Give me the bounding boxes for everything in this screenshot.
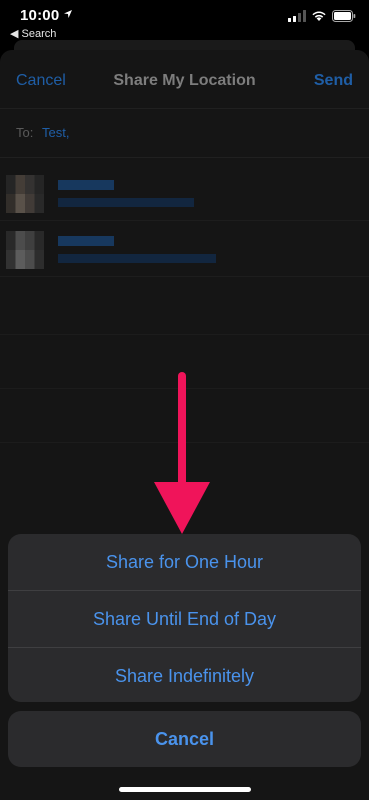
avatar (6, 231, 44, 269)
share-one-hour-button[interactable]: Share for One Hour (8, 534, 361, 590)
cellular-signal-icon (288, 10, 306, 22)
status-time: 10:00 (20, 7, 60, 24)
home-indicator[interactable] (119, 787, 251, 792)
wifi-icon (312, 11, 326, 21)
battery-icon (332, 10, 356, 22)
contact-row[interactable] (0, 222, 369, 277)
redacted-contact-name (58, 236, 114, 246)
recipient-field[interactable]: To: Test, (0, 108, 369, 158)
cancel-button[interactable]: Cancel (8, 711, 361, 767)
recipient-label: To: (16, 125, 34, 140)
contact-row[interactable] (0, 166, 369, 221)
redacted-contact-detail (58, 198, 194, 207)
share-indefinitely-button[interactable]: Share Indefinitely (8, 647, 361, 702)
redacted-contact-name (58, 180, 114, 190)
status-bar: 10:00 ◀ Search (0, 0, 369, 44)
share-duration-action-sheet: Share for One Hour Share Until End of Da… (8, 534, 361, 702)
send-button[interactable]: Send (314, 72, 353, 90)
redacted-contact-detail (58, 254, 216, 263)
recipient-token[interactable]: Test, (42, 125, 69, 140)
location-arrow-icon (64, 10, 72, 18)
down-arrow-annotation-icon (154, 372, 210, 534)
nav-cancel-button[interactable]: Cancel (16, 72, 66, 90)
back-to-search-link[interactable]: ◀ Search (10, 27, 56, 40)
avatar (6, 175, 44, 213)
share-until-end-of-day-button[interactable]: Share Until End of Day (8, 590, 361, 647)
divider (0, 334, 369, 335)
